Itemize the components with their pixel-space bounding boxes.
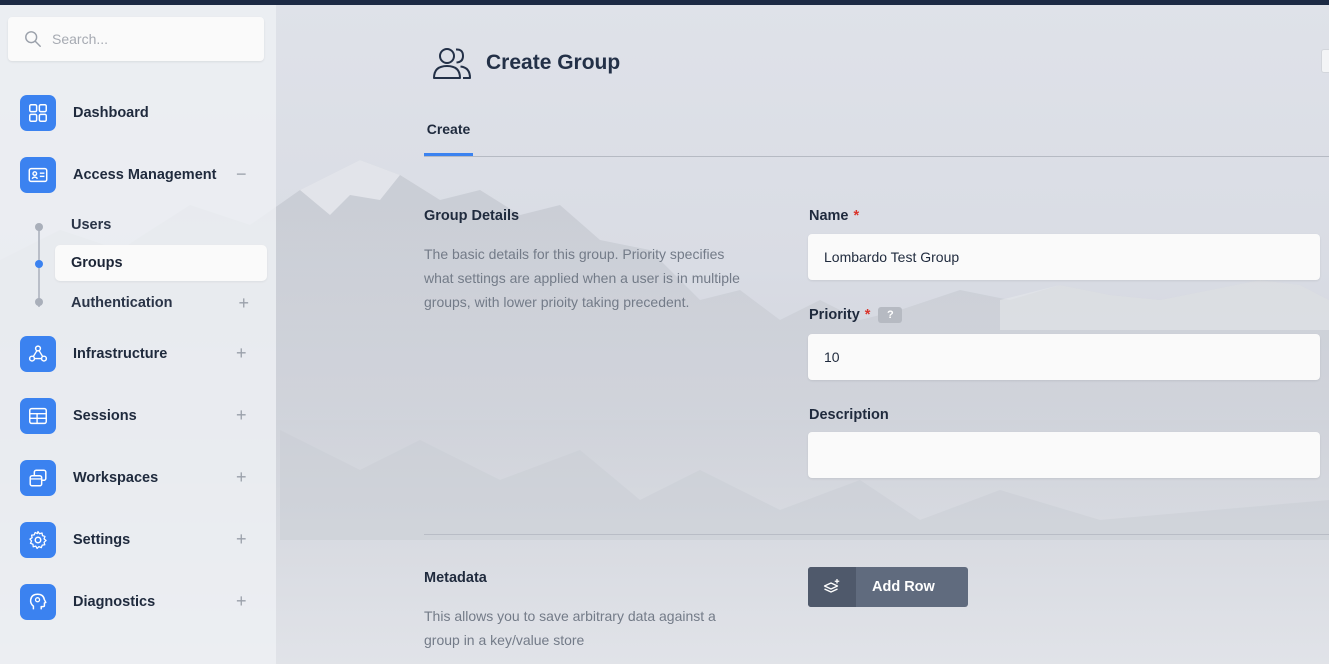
priority-label: Priority * ? — [809, 307, 903, 323]
nav-dashboard[interactable]: Dashboard — [20, 94, 260, 132]
nav-sessions[interactable]: Sessions + — [20, 397, 260, 435]
expand-icon[interactable]: + — [236, 344, 250, 364]
nav-label: Sessions — [73, 408, 137, 424]
required-marker: * — [853, 208, 860, 224]
id-card-icon — [20, 157, 56, 193]
nav-label: Infrastructure — [73, 346, 168, 362]
expand-icon[interactable]: + — [236, 592, 250, 612]
sidebar-item-groups[interactable]: Groups — [55, 245, 267, 281]
sidebar: Dashboard Access Management − Users Grou… — [0, 5, 276, 664]
expand-icon[interactable]: + — [236, 406, 250, 426]
sub-item-label: Users — [71, 217, 112, 233]
table-icon — [20, 398, 56, 434]
workspaces-icon — [20, 460, 56, 496]
top-bar — [0, 0, 1329, 5]
required-marker: * — [864, 307, 871, 323]
submenu-dot-active — [35, 260, 43, 268]
gear-icon — [20, 522, 56, 558]
section-divider — [424, 534, 1329, 535]
description-label-text: Description — [809, 407, 889, 423]
nav-label: Access Management — [73, 167, 217, 183]
nav-access-management[interactable]: Access Management − — [20, 156, 260, 194]
tab-create[interactable]: Create — [424, 115, 473, 156]
search-box[interactable] — [8, 17, 264, 61]
description-label: Description — [809, 407, 889, 423]
name-label-text: Name — [809, 208, 849, 224]
submenu-line — [38, 229, 40, 307]
priority-input[interactable] — [808, 334, 1320, 380]
tab-divider — [424, 156, 1329, 157]
description-field[interactable] — [808, 432, 1320, 478]
submenu-dot — [35, 298, 43, 306]
expand-icon[interactable]: + — [236, 468, 250, 488]
sidebar-item-users[interactable]: Users — [55, 207, 267, 243]
nav-label: Diagnostics — [73, 594, 156, 610]
network-icon — [20, 336, 56, 372]
nav-settings[interactable]: Settings + — [20, 521, 260, 559]
name-field[interactable] — [808, 234, 1320, 280]
nav-label: Settings — [73, 532, 131, 548]
description-input[interactable] — [808, 432, 1320, 478]
expand-icon[interactable]: + — [236, 530, 250, 550]
diagnostics-icon — [20, 584, 56, 620]
submenu-dot — [35, 223, 43, 231]
sub-item-label: Authentication — [71, 295, 173, 311]
main-content: Create Group Create Group Details The ba… — [276, 5, 1329, 664]
sidebar-item-authentication[interactable]: Authentication + — [55, 285, 267, 321]
layers-add-icon — [808, 567, 856, 607]
nav-label: Dashboard — [73, 105, 149, 121]
dashboard-icon — [20, 95, 56, 131]
add-row-button[interactable]: Add Row — [808, 567, 968, 607]
section-title-group-details: Group Details — [424, 208, 520, 224]
search-icon — [25, 31, 41, 47]
priority-label-text: Priority — [809, 307, 860, 323]
nav-infrastructure[interactable]: Infrastructure + — [20, 335, 260, 373]
sub-item-label: Groups — [71, 255, 123, 271]
page-title: Create Group — [486, 51, 621, 74]
collapse-icon[interactable]: − — [236, 165, 250, 185]
search-input[interactable] — [52, 31, 242, 47]
section-title-metadata: Metadata — [424, 570, 487, 586]
help-icon[interactable]: ? — [878, 307, 903, 323]
section-description-group-details: The basic details for this group. Priori… — [424, 246, 740, 310]
nav-workspaces[interactable]: Workspaces + — [20, 459, 260, 497]
overflow-button[interactable] — [1321, 49, 1329, 73]
users-icon — [433, 48, 471, 79]
expand-icon[interactable]: + — [238, 293, 249, 314]
add-row-label: Add Row — [872, 579, 935, 595]
nav-diagnostics[interactable]: Diagnostics + — [20, 583, 260, 621]
name-input[interactable] — [808, 234, 1320, 280]
section-description-metadata: This allows you to save arbitrary data a… — [424, 608, 716, 648]
priority-field[interactable] — [808, 334, 1320, 380]
nav-label: Workspaces — [73, 470, 159, 486]
name-label: Name * — [809, 208, 859, 224]
